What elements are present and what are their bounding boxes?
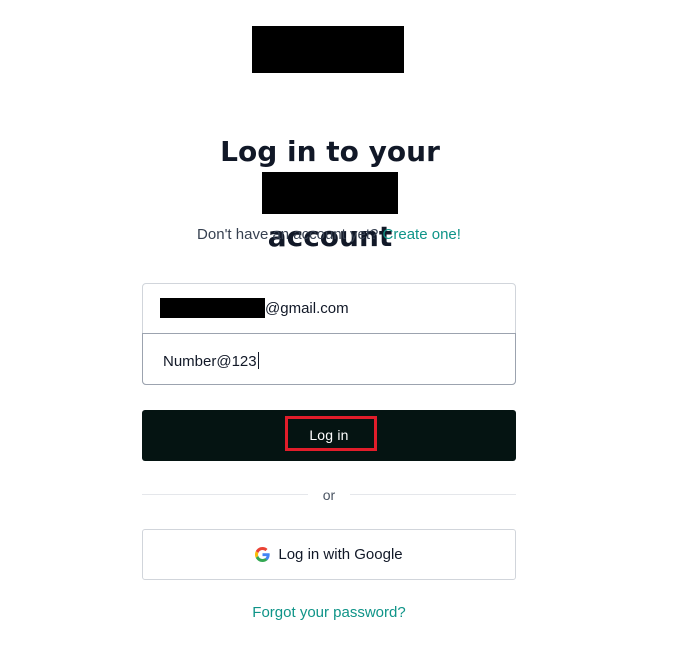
login-fields: @gmail.com Number@123 (142, 283, 516, 385)
email-field[interactable]: @gmail.com (143, 284, 515, 334)
divider-text: or (322, 487, 336, 503)
login-button-label: Log in (309, 427, 349, 443)
forgot-password-link[interactable]: Forgot your password? (0, 604, 658, 621)
password-value: Number@123 (163, 352, 259, 370)
title-line-1: Log in to your (220, 135, 440, 168)
text-caret (257, 352, 259, 369)
signup-prompt-text: Don't have an account yet? (197, 226, 379, 243)
password-field[interactable]: Number@123 (142, 333, 516, 385)
redacted-brand-name (262, 172, 398, 214)
signup-prompt: Don't have an account yet? Create one! (0, 226, 658, 243)
google-icon (255, 547, 271, 562)
divider-line-right (350, 494, 516, 495)
login-button[interactable]: Log in (142, 410, 516, 461)
google-login-label: Log in with Google (278, 546, 403, 563)
or-divider: or (142, 485, 516, 505)
create-account-link[interactable]: Create one! (383, 226, 461, 243)
redacted-logo (252, 26, 404, 73)
google-login-button[interactable]: Log in with Google (142, 529, 516, 580)
email-value: @gmail.com (265, 300, 349, 317)
redacted-email-username (160, 298, 265, 318)
